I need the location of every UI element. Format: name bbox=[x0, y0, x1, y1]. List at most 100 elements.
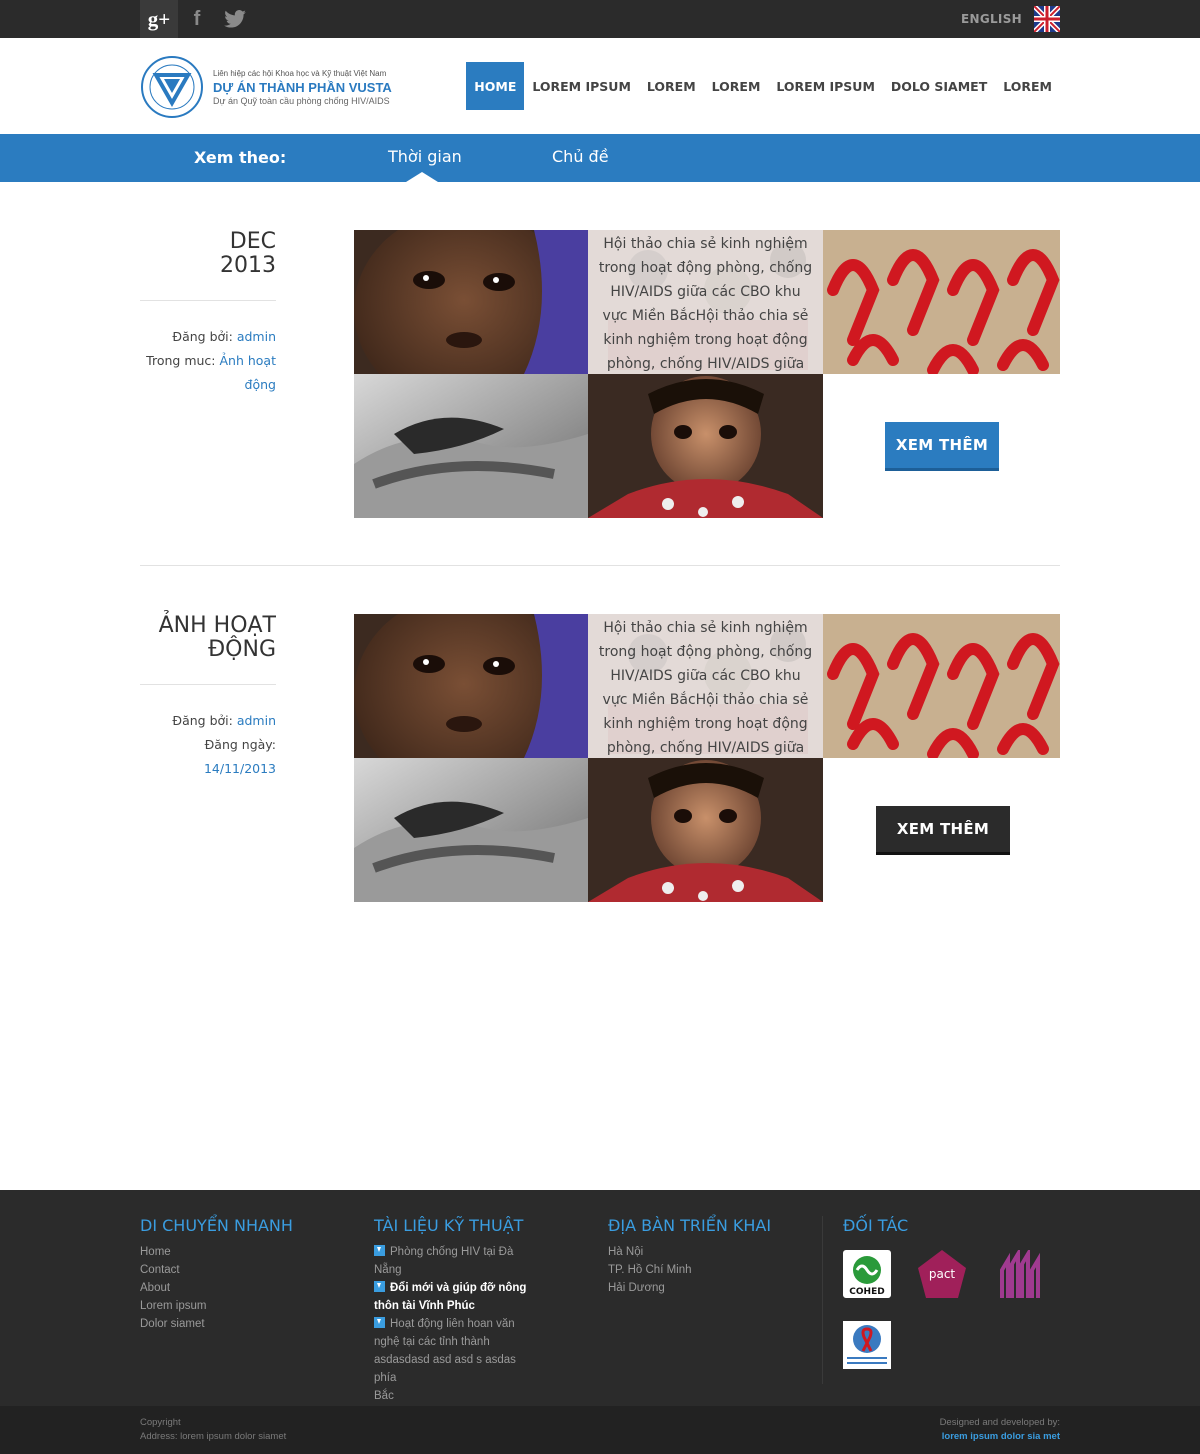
footer-col-title: DI CHUYỂN NHANH bbox=[140, 1216, 293, 1235]
photo-holding-hands[interactable] bbox=[354, 758, 588, 902]
post-title-line1: DEC bbox=[229, 229, 276, 254]
facebook-icon[interactable]: f bbox=[178, 0, 216, 38]
date-link[interactable]: 14/11/2013 bbox=[204, 761, 276, 776]
svg-text:COHED: COHED bbox=[849, 1287, 884, 1297]
doc-link-3-cont[interactable]: Bắc bbox=[374, 1387, 534, 1405]
nav-item-lorem-2[interactable]: LOREM bbox=[704, 62, 769, 110]
address-text: Address: lorem ipsum dolor siamet bbox=[140, 1431, 287, 1442]
post-meta-2: ẢNH HOẠT ĐỘNG Đăng bởi: admin Đăng ngày:… bbox=[140, 614, 276, 781]
tab-thoi-gian[interactable]: Thời gian bbox=[388, 147, 462, 166]
post-title-line2: 2013 bbox=[220, 253, 276, 278]
global-fund-logo-icon[interactable] bbox=[843, 1321, 891, 1369]
read-more-button[interactable]: XEM THÊM bbox=[876, 806, 1010, 852]
tab-chu-de[interactable]: Chủ đề bbox=[552, 147, 609, 166]
active-tab-indicator bbox=[406, 172, 438, 182]
location-ha-noi[interactable]: Hà Nội bbox=[608, 1243, 771, 1261]
copyright-text: Copyright bbox=[140, 1417, 181, 1428]
photo-holding-hands[interactable] bbox=[354, 374, 588, 518]
uk-flag-icon[interactable] bbox=[1034, 6, 1060, 32]
nav-item-lorem-1[interactable]: LOREM bbox=[639, 62, 704, 110]
doc-link-3-cont[interactable]: asdasdasd asd asd s asdas phía bbox=[374, 1351, 534, 1387]
doc-link-3-cont[interactable]: nghệ tại các tỉnh thành bbox=[374, 1333, 534, 1351]
nav-item-lorem-ipsum-1[interactable]: LOREM IPSUM bbox=[524, 62, 639, 110]
doc-link-3[interactable]: Hoạt động liên hoan văn bbox=[374, 1315, 534, 1333]
download-icon bbox=[374, 1245, 385, 1256]
nav-item-home[interactable]: HOME bbox=[466, 62, 525, 110]
author-link[interactable]: admin bbox=[237, 713, 276, 728]
photo-baby[interactable] bbox=[588, 374, 823, 518]
nav-item-dolo-siamet[interactable]: DOLO SIAMET bbox=[883, 62, 995, 110]
logo-line-3: Dự án Quỹ toàn cầu phòng chống HIV/AIDS bbox=[213, 95, 390, 106]
posted-by: Đăng bởi: admin bbox=[172, 329, 276, 344]
footer-locations: ĐỊA BÀN TRIỂN KHAI Hà Nội TP. Hồ Chí Min… bbox=[608, 1216, 771, 1297]
logo-line-1: Liên hiệp các hội Khoa học và Kỹ thuật V… bbox=[213, 68, 387, 78]
location-hcm[interactable]: TP. Hồ Chí Minh bbox=[608, 1261, 771, 1279]
photo-grid-1: Hội thảo chia sẻ kinh nghiệm trong hoạt … bbox=[354, 230, 1060, 518]
site-footer: DI CHUYỂN NHANH Home Contact About Lorem… bbox=[0, 1190, 1200, 1406]
category: Trong muc: Ảnh hoạt động bbox=[146, 353, 276, 392]
vusta-logo-icon bbox=[141, 56, 203, 118]
photo-crying-child[interactable] bbox=[354, 614, 588, 758]
footer-quick-links: DI CHUYỂN NHANH Home Contact About Lorem… bbox=[140, 1216, 293, 1333]
photo-overlay-text[interactable]: Hội thảo chia sẻ kinh nghiệm trong hoạt … bbox=[588, 614, 823, 758]
posted-by: Đăng bởi: admin bbox=[172, 713, 276, 728]
footer-col-title: ĐỐI TÁC bbox=[843, 1216, 909, 1235]
footer-col-title: ĐỊA BÀN TRIỂN KHAI bbox=[608, 1216, 772, 1235]
photo-baby[interactable] bbox=[588, 758, 823, 902]
google-plus-icon[interactable]: g+ bbox=[140, 0, 178, 38]
footer-divider bbox=[822, 1216, 823, 1384]
download-icon bbox=[374, 1317, 385, 1328]
main-nav: HOME LOREM IPSUM LOREM LOREM LOREM IPSUM… bbox=[466, 62, 1060, 110]
doc-link-2-cont[interactable]: thôn tài Vĩnh Phúc bbox=[374, 1297, 534, 1315]
meta-divider bbox=[140, 300, 276, 301]
filter-label: Xem theo: bbox=[194, 148, 287, 167]
credits-block: Designed and developed by: lorem ipsum d… bbox=[940, 1416, 1060, 1444]
bottom-bar: Copyright Address: lorem ipsum dolor sia… bbox=[0, 1406, 1200, 1454]
photo-red-ribbons[interactable] bbox=[823, 614, 1060, 758]
post-title-line1: ẢNH HOẠT bbox=[158, 613, 276, 638]
photo-overlay-text[interactable]: Hội thảo chia sẻ kinh nghiệm trong hoạt … bbox=[588, 230, 823, 374]
location-hai-duong[interactable]: Hải Dương bbox=[608, 1279, 771, 1297]
social-links: g+ f bbox=[140, 0, 254, 38]
svg-text:pact: pact bbox=[929, 1267, 956, 1281]
language-label[interactable]: ENGLISH bbox=[961, 12, 1022, 26]
footer-link-home[interactable]: Home bbox=[140, 1243, 293, 1261]
twitter-icon[interactable] bbox=[216, 0, 254, 38]
category-link[interactable]: Ảnh hoạt động bbox=[219, 353, 276, 392]
top-bar: g+ f ENGLISH bbox=[0, 0, 1200, 38]
footer-link-about[interactable]: About bbox=[140, 1279, 293, 1297]
doc-link-1-cont[interactable]: Nẵng bbox=[374, 1261, 534, 1279]
read-more-cell: XEM THÊM bbox=[823, 758, 1060, 902]
doc-link-2[interactable]: Đổi mới và giúp đỡ nông bbox=[374, 1279, 534, 1297]
post-divider bbox=[140, 565, 1060, 566]
filter-bar: Xem theo: Thời gian Chủ đề bbox=[0, 134, 1200, 182]
isds-logo-icon[interactable] bbox=[998, 1250, 1046, 1298]
nav-item-lorem-3[interactable]: LOREM bbox=[995, 62, 1060, 110]
photo-grid-2: Hội thảo chia sẻ kinh nghiệm trong hoạt … bbox=[354, 614, 1060, 902]
footer-technical-docs: TÀI LIỆU KỸ THUẬT Phòng chống HIV tại Đà… bbox=[374, 1216, 534, 1405]
photo-crying-child[interactable] bbox=[354, 230, 588, 374]
pact-logo-icon[interactable]: pact bbox=[918, 1250, 966, 1298]
doc-link-1[interactable]: Phòng chống HIV tại Đà bbox=[374, 1243, 534, 1261]
footer-link-contact[interactable]: Contact bbox=[140, 1261, 293, 1279]
footer-link-lorem-ipsum[interactable]: Lorem ipsum bbox=[140, 1297, 293, 1315]
post-title-line2: ĐỘNG bbox=[208, 637, 276, 662]
designed-by-label: Designed and developed by: bbox=[939, 1417, 1060, 1428]
post-excerpt: Hội thảo chia sẻ kinh nghiệm trong hoạt … bbox=[588, 614, 823, 758]
language-switcher[interactable]: ENGLISH bbox=[961, 6, 1060, 32]
nav-item-lorem-ipsum-2[interactable]: LOREM IPSUM bbox=[768, 62, 883, 110]
copyright-block: Copyright Address: lorem ipsum dolor sia… bbox=[140, 1416, 286, 1444]
post-excerpt: Hội thảo chia sẻ kinh nghiệm trong hoạt … bbox=[588, 230, 823, 374]
designer-link[interactable]: lorem ipsum dolor sia met bbox=[940, 1430, 1060, 1444]
posted-date: Đăng ngày: 14/11/2013 bbox=[203, 737, 276, 776]
logo-line-2: DỰ ÁN THÀNH PHẦN VUSTA bbox=[213, 79, 392, 95]
photo-red-ribbons[interactable] bbox=[823, 230, 1060, 374]
site-logo[interactable]: Liên hiệp các hội Khoa học và Kỹ thuật V… bbox=[140, 55, 392, 119]
footer-partners: ĐỐI TÁC bbox=[843, 1216, 908, 1243]
cohed-logo-icon[interactable]: COHED bbox=[843, 1250, 891, 1298]
read-more-button[interactable]: XEM THÊM bbox=[885, 422, 999, 468]
author-link[interactable]: admin bbox=[237, 329, 276, 344]
read-more-cell: XEM THÊM bbox=[823, 374, 1060, 518]
footer-col-title: TÀI LIỆU KỸ THUẬT bbox=[374, 1216, 524, 1235]
footer-link-dolor-siamet[interactable]: Dolor siamet bbox=[140, 1315, 293, 1333]
